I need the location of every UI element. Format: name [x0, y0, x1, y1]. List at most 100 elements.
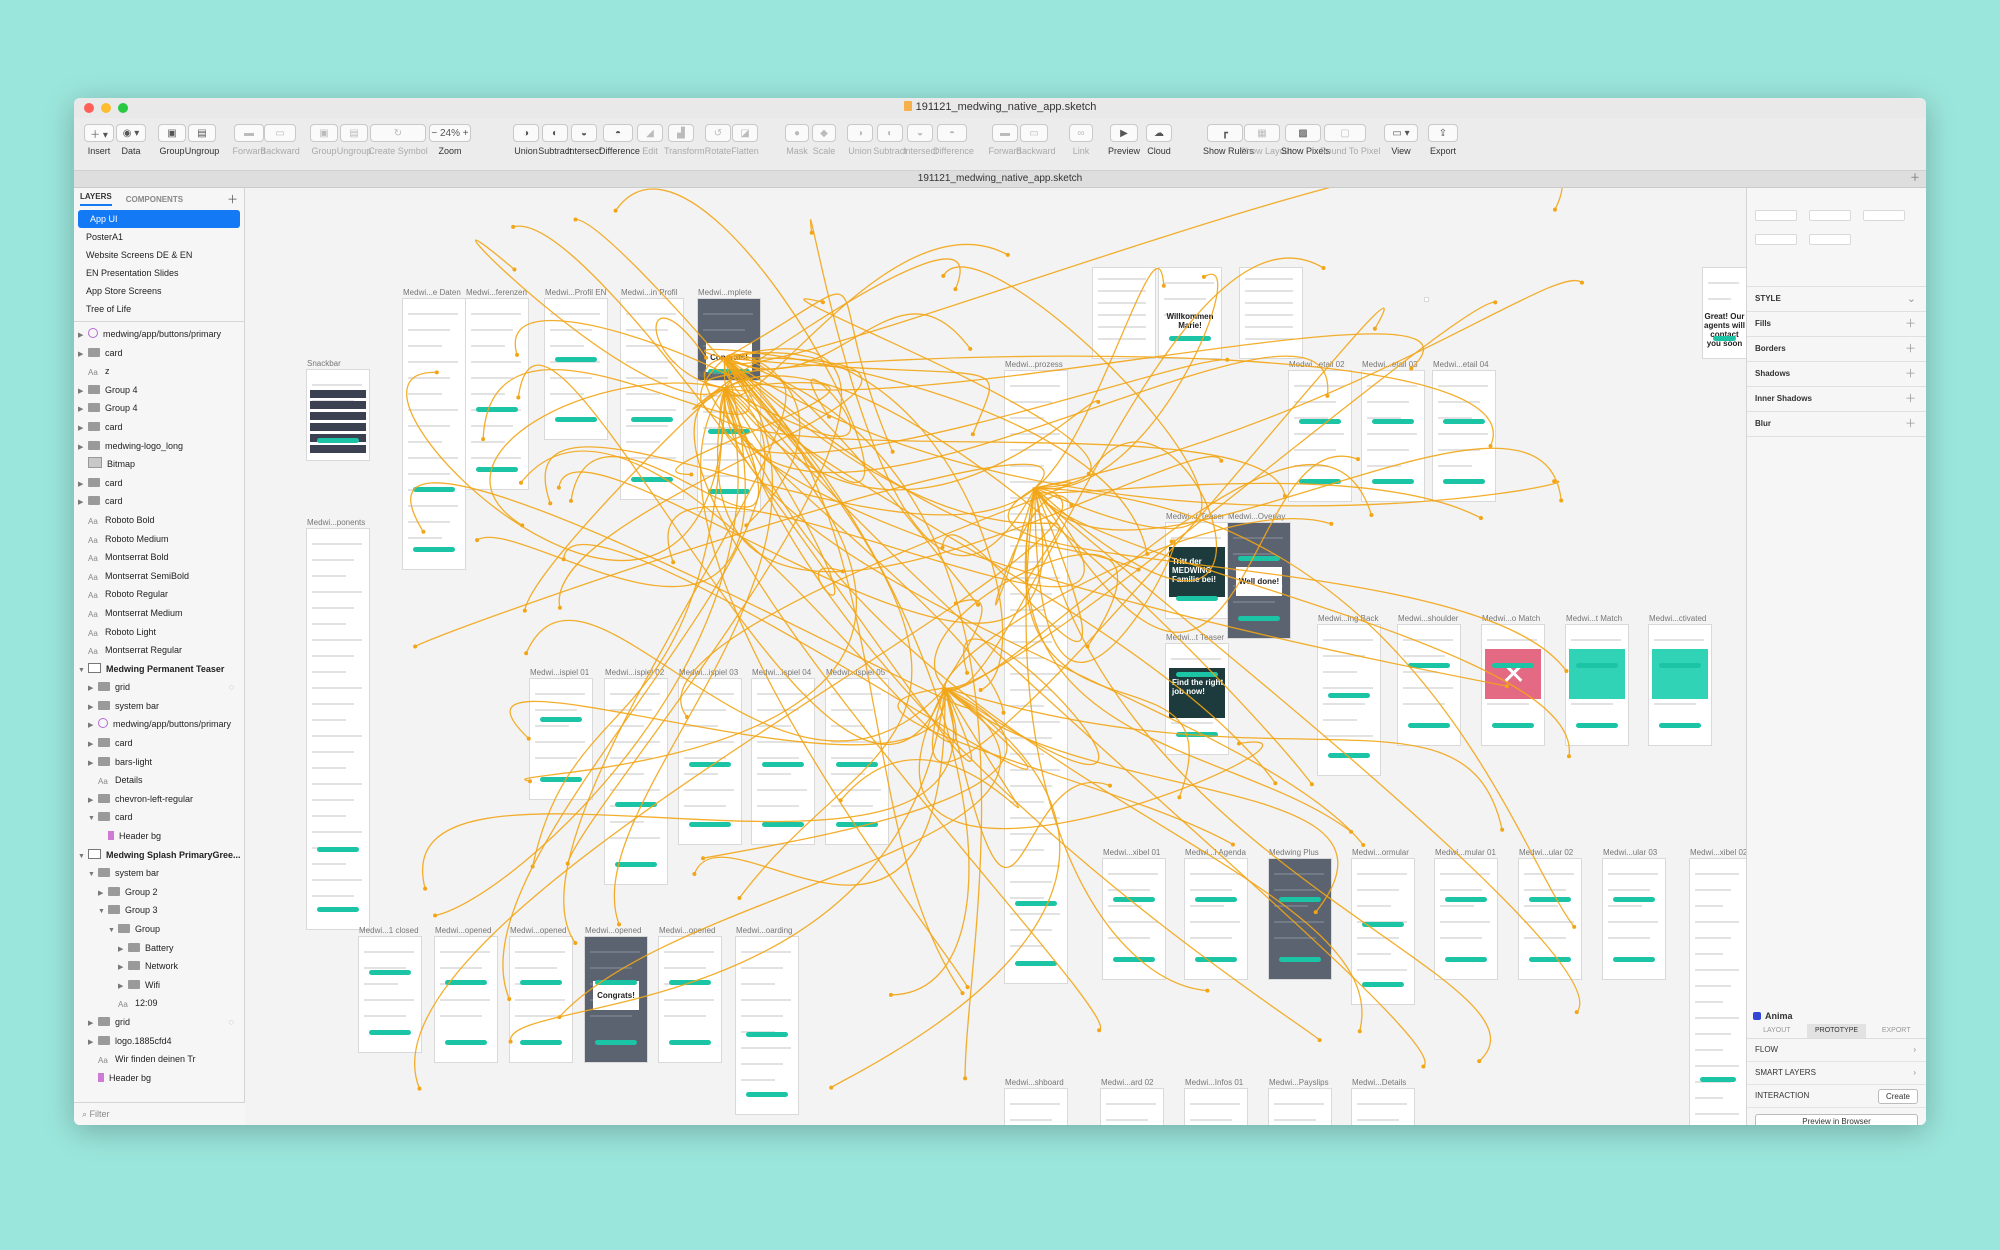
artboard-label[interactable]: Medwi...ing Back — [1318, 614, 1378, 623]
artboard-medwi-1-closed[interactable] — [359, 937, 421, 1052]
artboard-label[interactable]: Medwi...1 closed — [359, 926, 419, 935]
artboard-medwi-ormular[interactable] — [1352, 859, 1414, 1004]
artboard-medwing-plus[interactable] — [1269, 859, 1331, 979]
layer-row[interactable]: ▶ card — [74, 418, 244, 437]
toolbar-transform-button[interactable]: ▟ Transform — [664, 124, 705, 156]
artboard-label[interactable]: Medwi...opened — [435, 926, 491, 935]
artboard-medwi-ispiel-04[interactable] — [752, 679, 814, 844]
artboard-medwi-ing-back[interactable] — [1318, 625, 1380, 775]
artboard-medwi-l-agenda[interactable] — [1185, 859, 1247, 979]
toolbar-backward-button[interactable]: ▭ Backward — [260, 124, 300, 156]
artboard-medwi-payslips[interactable] — [1269, 1089, 1331, 1125]
artboard-medwi-overlay[interactable]: Well done! — [1228, 523, 1290, 638]
add-icon[interactable]: ＋ — [1905, 337, 1916, 361]
artboard-label[interactable]: Medwing Plus — [1269, 848, 1319, 857]
toolbar-view-button[interactable]: ▭ ▾ View — [1380, 124, 1422, 156]
artboard-medwi-ular-02[interactable] — [1519, 859, 1581, 979]
artboard-medwi-t-match[interactable] — [1566, 625, 1628, 745]
artboard-medwi-o-match[interactable]: ✕ — [1482, 625, 1544, 745]
page-item-app-ui[interactable]: App UI — [78, 210, 240, 228]
layer-row[interactable]: Aa Roboto Bold — [74, 511, 244, 530]
layer-row[interactable]: ▶ medwing-logo_long — [74, 437, 244, 456]
layer-row[interactable]: Header bg — [74, 1069, 244, 1088]
artboard-medwi-ferenzen[interactable] — [466, 299, 528, 489]
artboard-medwi-ponents[interactable] — [307, 529, 369, 929]
hidden-eye-icon[interactable]: ◌ — [229, 1013, 234, 1032]
layer-row[interactable]: ▼ Medwing Permanent Teaser — [74, 660, 244, 679]
y-field[interactable] — [1809, 210, 1851, 221]
artboard-medwi-opened[interactable] — [659, 937, 721, 1062]
artboard-medwi-opened[interactable]: Congrats! — [585, 937, 647, 1062]
toolbar-edit-button[interactable]: ◢ Edit — [633, 124, 667, 156]
toolbar-zoom-button[interactable]: − 24% + Zoom — [425, 124, 475, 156]
toolbar-scale-button[interactable]: ◆ Scale — [808, 124, 840, 156]
artboard-label[interactable]: Medwi...t Teaser — [1166, 633, 1224, 642]
artboard-label[interactable]: Medwi...ular 03 — [1603, 848, 1657, 857]
artboard-label[interactable]: Medwi...etail 02 — [1289, 360, 1345, 369]
artboard-label[interactable]: Medwi...in Profil — [621, 288, 677, 297]
artboard-medwi-ispiel-03[interactable] — [679, 679, 741, 844]
artboard-medwi-ispiel-05[interactable] — [826, 679, 888, 844]
toolbar-cloud-button[interactable]: ☁ Cloud — [1142, 124, 1176, 156]
layer-row[interactable]: ▼ system bar — [74, 864, 244, 883]
artboard-medwi-ail-data[interactable] — [698, 381, 760, 511]
artboard-label[interactable]: Medwi...Overlay — [1228, 512, 1285, 521]
artboard-untitled[interactable]: Great! Our agents will contact you soon — [1703, 268, 1746, 358]
layer-row[interactable]: ▶ Battery — [74, 939, 244, 958]
layer-row[interactable]: Header bg — [74, 827, 244, 846]
artboard-label[interactable]: Medwi...Profil EN — [545, 288, 606, 297]
artboard-label[interactable]: Medwi...r Teaser — [1166, 512, 1225, 521]
layer-filter-input[interactable]: ⌕ Filter — [74, 1102, 252, 1125]
toolbar-export-button[interactable]: ⇪ Export — [1424, 124, 1462, 156]
layer-row[interactable]: ▼ Group — [74, 920, 244, 939]
chevron-down-icon[interactable]: ⌄ — [1907, 287, 1916, 311]
layer-row[interactable]: ▶ card — [74, 474, 244, 493]
layer-row[interactable]: ▼ card — [74, 808, 244, 827]
artboard-label[interactable]: Medwi...ispiel 03 — [679, 668, 738, 677]
artboard-medwi-etail-03[interactable] — [1362, 371, 1424, 501]
hidden-eye-icon[interactable]: ◌ — [229, 678, 234, 697]
anima-tab-layout[interactable]: LAYOUT — [1747, 1024, 1807, 1038]
artboard-label[interactable]: Medwi...ispiel 05 — [826, 668, 885, 677]
x-field[interactable] — [1755, 210, 1797, 221]
artboard-snackbar[interactable] — [307, 370, 369, 460]
inspector-section-shadows[interactable]: Shadows ＋ — [1747, 362, 1926, 387]
layer-row[interactable]: ▶ Network — [74, 957, 244, 976]
artboard-medwi-etail-04[interactable] — [1433, 371, 1495, 501]
artboard-label[interactable]: Medwi...opened — [659, 926, 715, 935]
artboard-medwi-opened[interactable] — [435, 937, 497, 1062]
add-icon[interactable]: ＋ — [1905, 412, 1916, 436]
layer-row[interactable]: Aa Montserrat SemiBold — [74, 567, 244, 586]
toolbar-subtract-button[interactable]: ◐ Subtract — [873, 124, 907, 156]
width-field[interactable] — [1755, 234, 1797, 245]
artboard-label[interactable]: Medwi...t Match — [1566, 614, 1622, 623]
artboard-medwi-xibel-01[interactable] — [1103, 859, 1165, 979]
artboard-medwi-e-daten[interactable] — [403, 299, 465, 569]
layer-row[interactable]: ▶ Group 4 — [74, 381, 244, 400]
layer-row[interactable]: ▶ grid ◌ — [74, 1013, 244, 1032]
artboard-medwi-profil-en[interactable] — [545, 299, 607, 439]
layer-row[interactable]: Aa 12:09 — [74, 994, 244, 1013]
artboard-label[interactable]: Medwi...Payslips — [1269, 1078, 1329, 1087]
layer-row[interactable]: Aa Roboto Light — [74, 623, 244, 642]
layer-row[interactable]: ▶ grid ◌ — [74, 678, 244, 697]
artboard-label[interactable]: Medwi...ispiel 04 — [752, 668, 811, 677]
artboard-medwi-ispiel-02[interactable] — [605, 679, 667, 884]
artboard-label[interactable]: Medwi...ular 02 — [1519, 848, 1573, 857]
artboard-label[interactable]: Medwi...shboard — [1005, 1078, 1064, 1087]
toolbar-ungroup-button[interactable]: ▤ Ungroup — [184, 124, 220, 156]
artboard-medwi-etail-02[interactable] — [1289, 371, 1351, 501]
artboard-label[interactable]: Medwi...shoulder — [1398, 614, 1458, 623]
layer-row[interactable]: Aa Roboto Medium — [74, 530, 244, 549]
artboard-medwi-shboard[interactable] — [1005, 1089, 1067, 1125]
layer-row[interactable]: Aa Details — [74, 771, 244, 790]
layer-row[interactable]: Aa z — [74, 362, 244, 381]
artboard-medwi-prozess[interactable] — [1005, 371, 1067, 983]
artboard-label[interactable]: Medwi...ctivated — [1649, 614, 1706, 623]
layer-row[interactable]: ▶ card — [74, 344, 244, 363]
layer-row[interactable]: Aa Wir finden deinen Tr — [74, 1050, 244, 1069]
toolbar-difference-button[interactable]: ◓ Difference — [933, 124, 974, 156]
inspector-section-fills[interactable]: Fills ＋ — [1747, 312, 1926, 337]
layer-row[interactable]: ▶ chevron-left-regular — [74, 790, 244, 809]
layer-row[interactable]: ▶ card — [74, 492, 244, 511]
